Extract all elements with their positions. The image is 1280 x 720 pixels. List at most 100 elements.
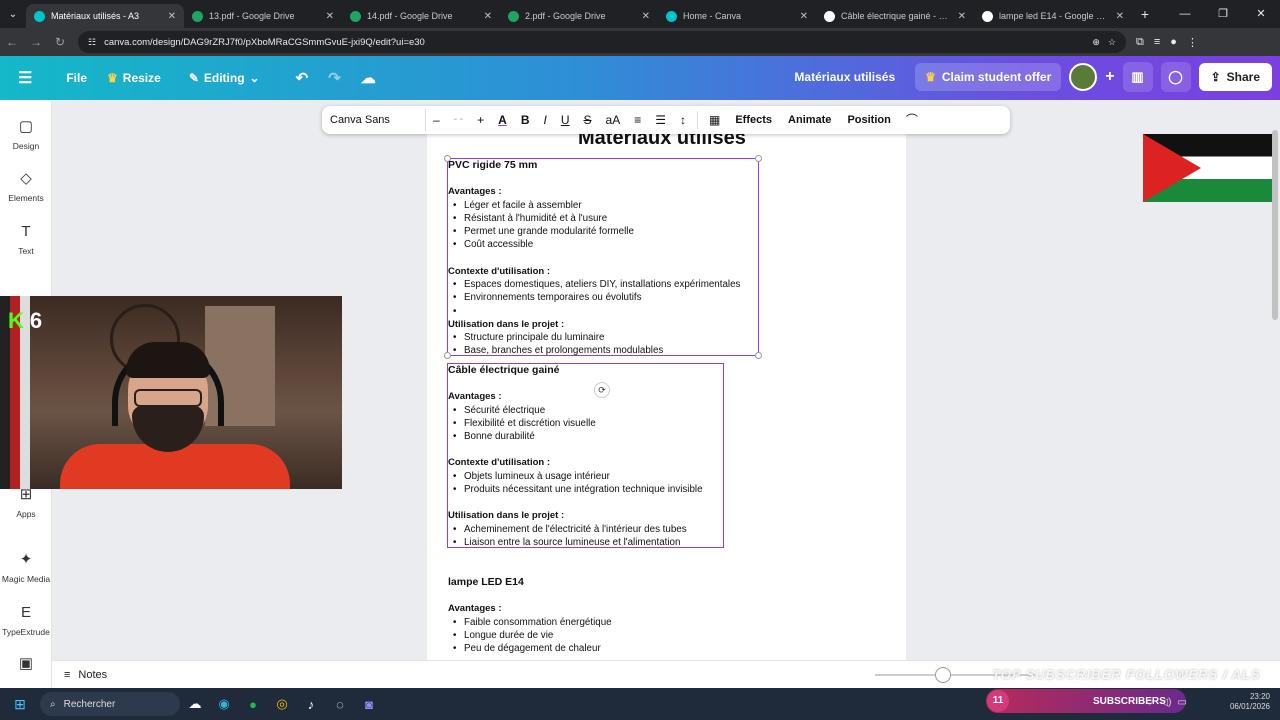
browser-tab[interactable]: 13.pdf - Google Drive ✕ bbox=[184, 4, 342, 28]
minimize-icon[interactable]: — bbox=[1166, 0, 1204, 28]
avatar[interactable] bbox=[1069, 63, 1098, 91]
font-size-input[interactable]: - - bbox=[447, 106, 470, 134]
spacing-icon[interactable]: ↕ bbox=[673, 106, 693, 134]
effects-button[interactable]: Effects bbox=[727, 114, 780, 126]
browser-tab[interactable]: lampe led E14 - Google Search ✕ bbox=[974, 4, 1132, 28]
text-color-icon[interactable]: A bbox=[491, 106, 514, 134]
window-controls: — ❐ ✕ bbox=[1166, 0, 1280, 28]
cloud-save-icon[interactable]: ☁ bbox=[351, 69, 386, 87]
resize-button[interactable]: ♛ Resize bbox=[97, 71, 171, 85]
resize-handle[interactable] bbox=[755, 155, 762, 162]
pvc-text-block[interactable]: PVC rigide 75 mm Avantages : Léger et fa… bbox=[448, 159, 740, 358]
cable-text-block[interactable]: Câble électrique gainé Avantages : Sécur… bbox=[448, 364, 703, 550]
scrollbar[interactable] bbox=[1272, 130, 1278, 320]
font-size-increase-button[interactable]: + bbox=[470, 106, 491, 134]
hamburger-menu-icon[interactable]: ☰ bbox=[0, 68, 42, 88]
discord-icon[interactable]: ◙ bbox=[355, 692, 383, 716]
back-icon[interactable]: ← bbox=[0, 35, 24, 49]
tab-search-icon[interactable]: ⌄ bbox=[0, 0, 26, 28]
sidebar-item-typeextrude[interactable]: E TypeExtrude bbox=[0, 604, 52, 637]
position-button[interactable]: Position bbox=[839, 114, 898, 126]
close-icon[interactable]: ✕ bbox=[642, 11, 650, 22]
extensions-icon[interactable]: ⧉ bbox=[1136, 36, 1144, 49]
taskbar-clock[interactable]: 23:20 06/01/2026 bbox=[1230, 692, 1270, 712]
close-icon[interactable]: ✕ bbox=[326, 11, 334, 22]
kick-logo-icon: K bbox=[8, 308, 24, 333]
strikethrough-icon[interactable]: S bbox=[577, 106, 599, 134]
browser-tab[interactable]: Câble électrique gainé - Googl ✕ bbox=[816, 4, 974, 28]
share-button[interactable]: ⇪ Share bbox=[1198, 63, 1272, 91]
close-icon[interactable]: ✕ bbox=[1116, 11, 1124, 22]
zoom-slider-handle[interactable] bbox=[935, 667, 951, 683]
new-tab-icon[interactable]: + bbox=[1132, 6, 1158, 22]
sidebar-item-label: Magic Media bbox=[1, 574, 51, 584]
design-title[interactable]: Matériaux utilisés bbox=[794, 70, 895, 84]
copy-style-icon[interactable]: ⌒ bbox=[899, 106, 925, 134]
file-label: File bbox=[66, 71, 88, 85]
close-icon[interactable]: ✕ bbox=[958, 11, 966, 22]
sidebar-item-app[interactable]: ▣ bbox=[0, 655, 52, 678]
chrome-icon[interactable]: ◎ bbox=[268, 692, 296, 716]
letter-case-icon[interactable]: aA bbox=[599, 106, 628, 134]
sidebar-item-elements[interactable]: ◇ Elements bbox=[0, 170, 52, 203]
editing-mode-dropdown[interactable]: ✎ Editing ⌄ bbox=[179, 71, 270, 85]
obs-icon[interactable]: ◌ bbox=[326, 692, 354, 716]
close-icon[interactable]: ✕ bbox=[800, 11, 808, 22]
profile-icon[interactable]: ● bbox=[1170, 36, 1177, 49]
sidebar-item-magic-media[interactable]: ✦ Magic Media bbox=[0, 551, 52, 584]
tiktok-icon[interactable]: ♪ bbox=[297, 692, 325, 716]
animate-button[interactable]: Animate bbox=[780, 114, 839, 126]
reload-icon[interactable]: ↻ bbox=[48, 35, 72, 49]
close-window-icon[interactable]: ✕ bbox=[1242, 0, 1280, 28]
underline-icon[interactable]: U bbox=[554, 106, 577, 134]
site-info-icon[interactable]: ☷ bbox=[88, 37, 96, 48]
redo-icon[interactable]: ↷ bbox=[318, 69, 351, 87]
file-menu[interactable]: File bbox=[56, 71, 97, 85]
widgets-icon[interactable]: ☁ bbox=[181, 692, 209, 716]
magic-media-icon: ✦ bbox=[19, 551, 33, 568]
bookmark-star-icon[interactable]: ☆ bbox=[1108, 37, 1116, 48]
zoom-icon[interactable]: ⊕ bbox=[1092, 37, 1100, 48]
sidebar-item-text[interactable]: T Text bbox=[0, 223, 52, 256]
battery-icon[interactable]: ▭ bbox=[1177, 697, 1186, 710]
volume-icon[interactable]: ◁) bbox=[1160, 697, 1171, 710]
taskbar-search[interactable]: ⌕ Rechercher bbox=[40, 692, 180, 716]
italic-icon[interactable]: I bbox=[537, 106, 554, 134]
maximize-icon[interactable]: ❐ bbox=[1204, 0, 1242, 28]
notes-button[interactable]: ≡ Notes bbox=[64, 669, 107, 681]
browser-tab[interactable]: Home - Canva ✕ bbox=[658, 4, 816, 28]
more-icon[interactable]: ⋮ bbox=[1187, 36, 1198, 49]
list-item: Produits nécessitant une intégration tec… bbox=[448, 483, 703, 497]
comment-icon[interactable]: ◯ bbox=[1160, 62, 1191, 92]
browser-tab[interactable]: Matériaux utilisés - A3 ✕ bbox=[26, 4, 184, 28]
add-collaborator-icon[interactable]: + bbox=[1105, 68, 1114, 86]
wifi-icon[interactable]: ⌔ bbox=[1145, 697, 1154, 710]
spotify-icon[interactable]: ● bbox=[239, 692, 267, 716]
align-icon[interactable]: ≡ bbox=[627, 106, 648, 134]
close-icon[interactable]: ✕ bbox=[168, 11, 176, 22]
kick-badge: K6 bbox=[8, 308, 42, 334]
transparency-icon[interactable]: ▦ bbox=[702, 106, 727, 134]
url-field[interactable]: ☷ canva.com/design/DAG9rZRJ7f0/pXboMRaCG… bbox=[78, 31, 1126, 53]
font-size-decrease-button[interactable]: – bbox=[426, 106, 447, 134]
claim-student-offer-button[interactable]: ♛ Claim student offer bbox=[915, 63, 1062, 91]
resize-handle[interactable] bbox=[755, 352, 762, 359]
bold-icon[interactable]: B bbox=[514, 106, 537, 134]
font-family-select[interactable]: Canva Sans bbox=[326, 109, 426, 131]
sidebar-item-label: Elements bbox=[8, 193, 44, 203]
tab-title: Home - Canva bbox=[683, 11, 742, 21]
sidebar-item-label: Text bbox=[18, 246, 34, 256]
undo-icon[interactable]: ↶ bbox=[286, 69, 319, 87]
windows-start-icon[interactable]: ⊞ bbox=[0, 696, 40, 713]
forward-icon[interactable]: → bbox=[24, 35, 48, 49]
browser-tab[interactable]: 14.pdf - Google Drive ✕ bbox=[342, 4, 500, 28]
sidebar-item-design[interactable]: ▢ Design bbox=[0, 118, 52, 151]
lamp-text-block[interactable]: lampe LED E14 Avantages : Faible consomm… bbox=[448, 576, 612, 656]
sidebar-item-apps[interactable]: ⊞ Apps bbox=[0, 486, 52, 519]
close-icon[interactable]: ✕ bbox=[484, 11, 492, 22]
edge-icon[interactable]: ◉ bbox=[210, 692, 238, 716]
insights-icon[interactable]: ▥ bbox=[1122, 62, 1153, 92]
reading-list-icon[interactable]: ≡ bbox=[1154, 36, 1160, 49]
list-icon[interactable]: ☰ bbox=[648, 106, 673, 134]
browser-tab[interactable]: 2.pdf - Google Drive ✕ bbox=[500, 4, 658, 28]
